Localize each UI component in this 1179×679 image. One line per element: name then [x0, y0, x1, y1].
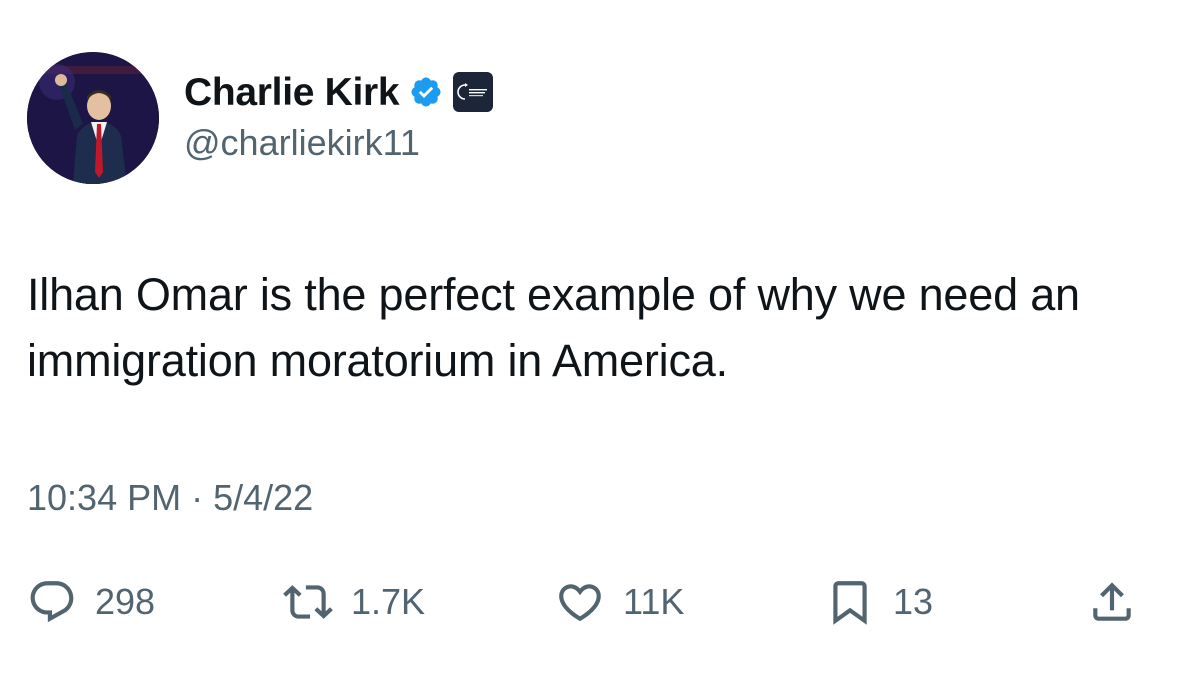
- tweet-time: 10:34 PM: [27, 477, 182, 518]
- tweet-timestamp[interactable]: 10:34 PM · 5/4/22: [27, 480, 313, 516]
- heart-icon: [559, 584, 601, 622]
- like-count: 11K: [623, 581, 685, 622]
- turning-point-usa-logo: [457, 83, 488, 100]
- bookmark-count: 13: [893, 581, 934, 622]
- like-button[interactable]: 11K: [555, 572, 684, 632]
- tweet-text: Ilhan Omar is the perfect example of why…: [27, 269, 1080, 386]
- verified-badge-icon[interactable]: [409, 75, 443, 109]
- reply-count: 298: [95, 581, 156, 622]
- author-display-name[interactable]: Charlie Kirk: [184, 73, 400, 112]
- reply-icon: [30, 581, 74, 623]
- affiliate-badge[interactable]: [453, 72, 494, 112]
- tweet-date: 5/4/22: [213, 477, 314, 518]
- author-avatar[interactable]: [27, 52, 159, 184]
- reply-button[interactable]: 298: [27, 572, 155, 632]
- timestamp-separator: ·: [191, 477, 204, 518]
- retweet-button[interactable]: 1.7K: [283, 572, 425, 632]
- avatar-image: [27, 52, 159, 184]
- share-icon: [1093, 582, 1131, 621]
- tweet-action-bar: 298 1.7K 11K 13: [27, 572, 1157, 632]
- bookmark-button[interactable]: 13: [825, 572, 933, 632]
- author-name-row: Charlie Kirk: [184, 66, 494, 118]
- retweet-count: 1.7K: [351, 581, 426, 622]
- bookmark-icon: [833, 581, 867, 625]
- share-button[interactable]: [1087, 572, 1137, 632]
- tweet-card: Charlie Kirk @charliekirk11 Ilhan Omar i…: [0, 0, 1179, 679]
- retweet-icon: [283, 585, 333, 619]
- author-handle[interactable]: @charliekirk11: [184, 125, 420, 161]
